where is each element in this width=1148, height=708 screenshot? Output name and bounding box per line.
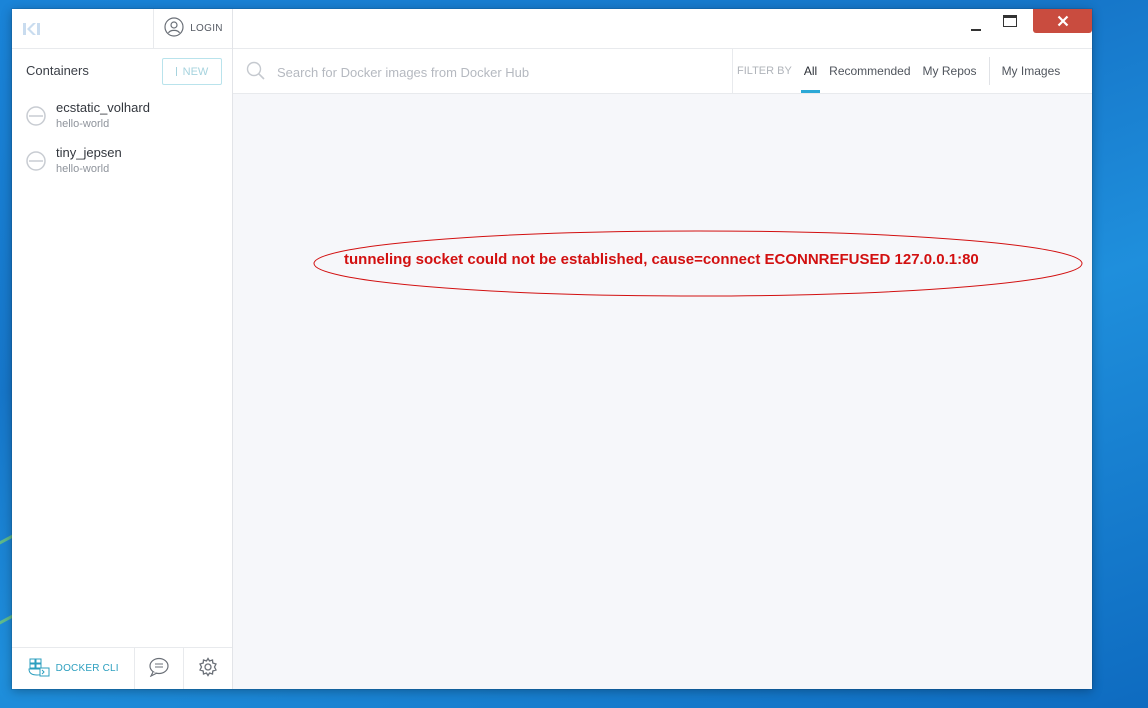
container-item-ecstatic-volhard[interactable]: ecstatic_volhard hello-world — [12, 97, 232, 139]
settings-button[interactable] — [184, 648, 232, 689]
docker-cli-label: DOCKER CLI — [55, 663, 119, 674]
close-icon — [1057, 12, 1069, 31]
user-icon — [164, 16, 184, 41]
sidebar: LOGIN Containers NEW ecstatic_volhard he… — [12, 9, 233, 689]
login-button[interactable]: LOGIN — [153, 9, 233, 48]
filter-bar: FILTER BY All Recommended My Repos My Im… — [732, 49, 1072, 93]
stopped-icon — [26, 106, 46, 126]
login-label: LOGIN — [190, 23, 223, 34]
tab-my-images[interactable]: My Images — [1002, 49, 1061, 93]
sidebar-footer: DOCKER CLI — [12, 647, 232, 689]
main-content: tunneling socket could not be establishe… — [233, 94, 1092, 689]
new-button-label: NEW — [182, 65, 209, 78]
sidebar-header: LOGIN — [12, 9, 232, 49]
plus-icon — [175, 67, 177, 76]
containers-header: Containers NEW — [12, 49, 232, 95]
container-name: tiny_jepsen — [56, 145, 122, 160]
feedback-button[interactable] — [135, 648, 185, 689]
close-button[interactable] — [1033, 9, 1092, 33]
app-window: LOGIN Containers NEW ecstatic_volhard he… — [12, 9, 1092, 689]
container-item-tiny-jepsen[interactable]: tiny_jepsen hello-world — [12, 142, 232, 184]
search-input[interactable] — [275, 59, 729, 85]
stopped-icon — [26, 151, 46, 171]
docker-cli-icon — [28, 657, 50, 681]
tab-all[interactable]: All — [800, 49, 821, 93]
container-image: hello-world — [56, 118, 110, 130]
tab-my-repos[interactable]: My Repos — [923, 49, 977, 93]
tab-recommended[interactable]: Recommended — [829, 49, 910, 93]
chat-icon — [148, 657, 170, 681]
maximize-icon[interactable] — [1003, 15, 1017, 27]
container-image: hello-world — [56, 163, 110, 175]
search-icon — [246, 61, 266, 81]
filter-by-label: FILTER BY — [737, 65, 792, 77]
search-bar: FILTER BY All Recommended My Repos My Im… — [233, 49, 1092, 94]
kitematic-logo-icon — [22, 21, 42, 37]
filter-divider — [988, 57, 990, 85]
container-name: ecstatic_volhard — [56, 100, 150, 115]
gear-icon — [198, 656, 218, 681]
new-container-button[interactable]: NEW — [162, 58, 222, 85]
error-message: tunneling socket could not be establishe… — [344, 251, 979, 268]
title-bar — [233, 9, 1092, 49]
docker-cli-button[interactable]: DOCKER CLI — [12, 648, 136, 689]
containers-title: Containers — [26, 63, 89, 78]
minimize-icon[interactable] — [968, 17, 984, 31]
